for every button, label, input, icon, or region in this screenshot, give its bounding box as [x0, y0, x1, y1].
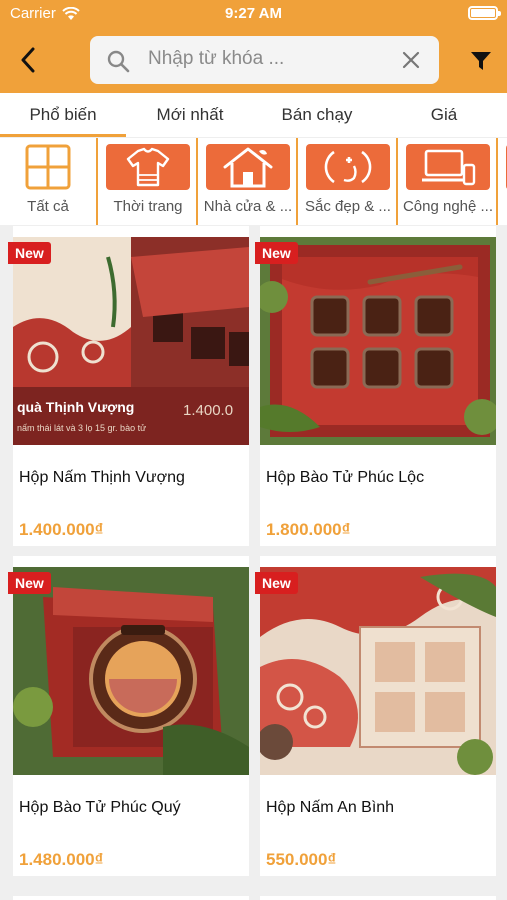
product-card-partial	[260, 896, 496, 900]
product-price: 1.400.000₫	[19, 520, 104, 539]
product-card-partial	[13, 896, 249, 900]
status-bar: Carrier 9:27 AM	[0, 0, 507, 28]
filter-icon	[471, 52, 491, 70]
chevron-left-icon	[21, 47, 35, 73]
tab-gia[interactable]: Giá	[381, 93, 507, 137]
product-card[interactable]: New Hộp Nấm An Bình 550.000₫	[255, 556, 496, 876]
image-price-text: 1.400.0	[183, 402, 233, 419]
sort-tabs: Phổ biến Mới nhất Bán chạy Giá	[0, 93, 507, 137]
product-name: Hộp Bào Tử Phúc Quý	[19, 799, 181, 816]
tab-label: Bán chạy	[281, 105, 353, 124]
tab-pho-bien[interactable]: Phổ biến	[0, 93, 126, 137]
product-name: Hộp Nấm Thịnh Vượng	[19, 469, 185, 486]
product-price: 1.480.000₫	[19, 850, 104, 869]
category-all[interactable]: Tất cả	[0, 138, 98, 225]
new-badge: New	[255, 242, 298, 264]
product-name: Hộp Nấm An Bình	[266, 799, 395, 816]
new-badge: New	[255, 572, 298, 594]
tab-label: Giá	[430, 105, 458, 124]
image-caption: quà Thịnh Vượng	[17, 399, 134, 415]
tab-moi-nhat[interactable]: Mới nhất	[127, 93, 253, 137]
search-input[interactable]: Nhập từ khóa ...	[90, 36, 439, 84]
tab-label: Mới nhất	[156, 105, 224, 124]
category-label: Sắc đẹp & ...	[305, 198, 391, 215]
product-price: 550.000₫	[266, 850, 337, 869]
filter-button[interactable]	[466, 46, 496, 76]
search-icon	[107, 50, 130, 73]
category-fashion[interactable]: Thời trang	[100, 138, 198, 225]
category-label: Thời trang	[113, 198, 183, 215]
image-subcaption: nấm thái lát và 3 lọ 15 gr. bào tử	[17, 423, 146, 433]
category-label: Công nghệ ...	[402, 198, 494, 215]
new-badge: New	[8, 242, 51, 264]
product-price: 1.800.000₫	[266, 520, 351, 539]
app-header: Carrier 9:27 AM Nhập từ khóa ...	[0, 0, 507, 93]
category-label: Nhà cửa & ...	[203, 198, 293, 215]
house-icon	[206, 144, 290, 190]
category-scroller[interactable]: Tất cả Thời trang Nhà cửa & ... Sắc đẹp …	[0, 137, 507, 225]
tab-ban-chay[interactable]: Bán chạy	[254, 93, 380, 137]
category-label: Tất cả	[27, 198, 69, 215]
status-time: 9:27 AM	[225, 5, 282, 22]
grid-icon	[6, 144, 90, 190]
category-home[interactable]: Nhà cửa & ...	[200, 138, 298, 225]
product-card[interactable]: New Hộp Bào Tử Phúc Quý 1.480.000₫	[8, 556, 249, 876]
product-image	[260, 567, 496, 775]
category-beauty[interactable]: Sắc đẹp & ...	[300, 138, 398, 225]
product-card[interactable]: New Hộp Bào Tử Phúc Lộc 1.800.000₫	[255, 226, 496, 546]
product-grid: quà Thịnh Vượng 1.400.0 nấm thái lát và …	[0, 226, 507, 900]
shirt-icon	[106, 144, 190, 190]
product-card[interactable]: quà Thịnh Vượng 1.400.0 nấm thái lát và …	[8, 226, 249, 546]
category-more[interactable]	[500, 138, 507, 225]
category-tech[interactable]: Công nghệ ...	[400, 138, 498, 225]
beauty-icon	[306, 144, 390, 190]
product-name: Hộp Bào Tử Phúc Lộc	[266, 469, 425, 486]
battery-icon	[468, 6, 501, 20]
product-image	[260, 237, 496, 445]
tab-label: Phổ biến	[29, 105, 97, 124]
product-image: quà Thịnh Vượng 1.400.0 nấm thái lát và …	[13, 237, 249, 445]
search-placeholder: Nhập từ khóa ...	[148, 48, 285, 69]
product-image	[13, 567, 249, 775]
clear-icon[interactable]	[401, 50, 421, 70]
back-button[interactable]	[12, 42, 44, 78]
new-badge: New	[8, 572, 51, 594]
devices-icon	[406, 144, 490, 190]
